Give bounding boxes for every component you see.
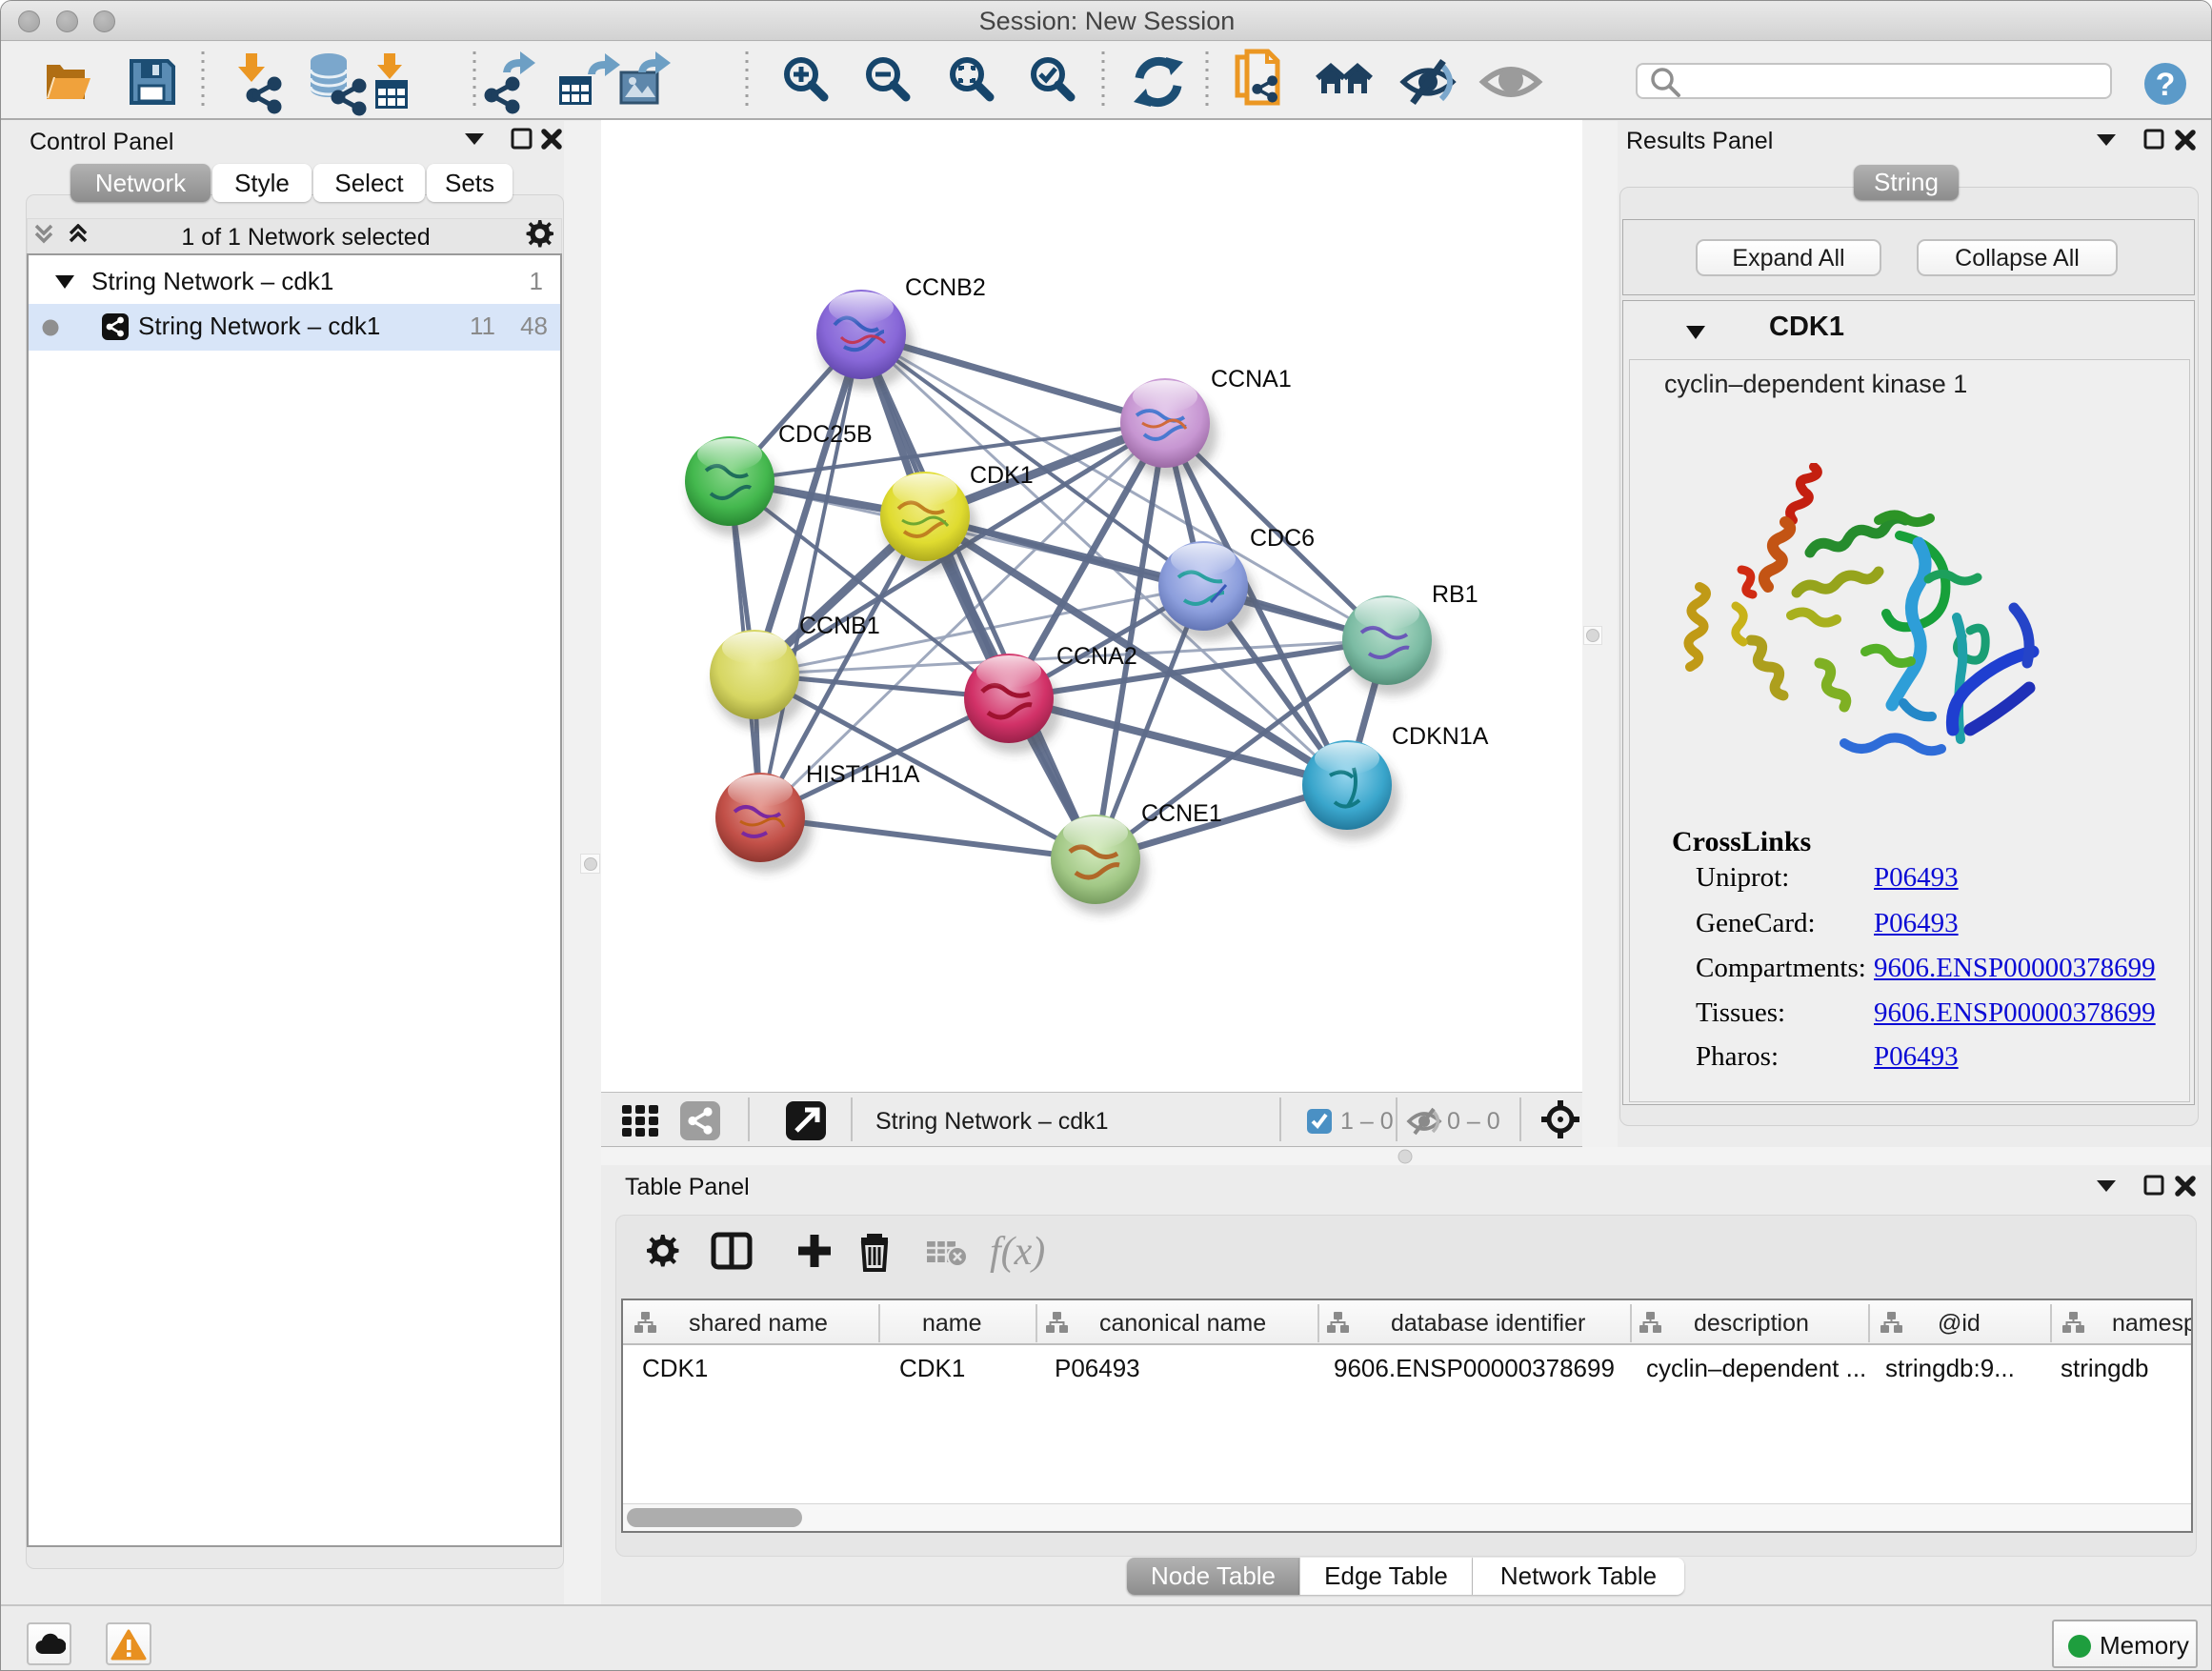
svg-text:RB1: RB1: [1432, 581, 1478, 608]
svg-text:0 – 0: 0 – 0: [1447, 1108, 1500, 1135]
svg-text:name: name: [922, 1310, 982, 1337]
svg-text:CCNA2: CCNA2: [1056, 643, 1137, 670]
svg-text:CDC6: CDC6: [1250, 525, 1315, 552]
svg-text:f(x): f(x): [990, 1230, 1045, 1274]
svg-text:namespace: namespace: [2112, 1310, 2191, 1337]
svg-text:CDKN1A: CDKN1A: [1392, 723, 1489, 750]
svg-text:CCNB2: CCNB2: [905, 274, 986, 301]
svg-text:database identifier: database identifier: [1391, 1310, 1585, 1337]
svg-text:CCNB1: CCNB1: [799, 613, 880, 639]
svg-text:1 – 0: 1 – 0: [1340, 1108, 1394, 1135]
svg-text:CDK1: CDK1: [970, 462, 1034, 489]
svg-text:CCNE1: CCNE1: [1141, 800, 1222, 827]
svg-text:?: ?: [2156, 67, 2176, 103]
svg-text:CCNA1: CCNA1: [1211, 366, 1292, 393]
svg-text:HIST1H1A: HIST1H1A: [806, 761, 920, 788]
svg-text:String Network – cdk1: String Network – cdk1: [875, 1108, 1109, 1135]
svg-text:description: description: [1694, 1310, 1809, 1337]
svg-text:@id: @id: [1938, 1310, 1981, 1337]
svg-text:shared name: shared name: [689, 1310, 828, 1337]
svg-text:canonical name: canonical name: [1099, 1310, 1266, 1337]
svg-text:CDC25B: CDC25B: [778, 421, 873, 448]
